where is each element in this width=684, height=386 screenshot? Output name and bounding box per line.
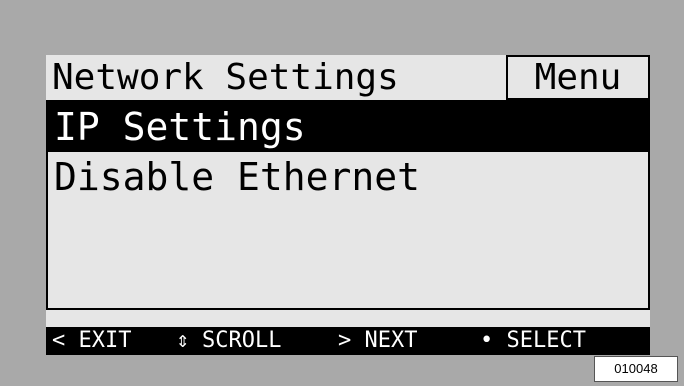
menu-item-disable-ethernet[interactable]: Disable Ethernet bbox=[48, 152, 648, 202]
up-down-arrow-icon: ⇕ bbox=[176, 328, 190, 353]
softkey-bar: < EXIT ⇕ SCROLL > NEXT • SELECT bbox=[46, 327, 650, 355]
menu-list: IP Settings Disable Ethernet bbox=[46, 100, 650, 310]
exit-key-hint[interactable]: < EXIT bbox=[52, 327, 131, 355]
menu-indicator-label: Menu bbox=[534, 57, 622, 98]
menu-item-label: IP Settings bbox=[54, 105, 306, 149]
menu-item-ip-settings[interactable]: IP Settings bbox=[48, 102, 648, 152]
title-bar: Network Settings Menu bbox=[46, 55, 650, 100]
menu-item-label: Disable Ethernet bbox=[54, 155, 421, 199]
select-key-hint[interactable]: • SELECT bbox=[480, 327, 586, 355]
screen-title: Network Settings bbox=[52, 57, 399, 98]
lcd-screen: Network Settings Menu IP Settings Disabl… bbox=[46, 55, 650, 355]
figure-reference-number: 010048 bbox=[594, 356, 678, 382]
menu-indicator: Menu bbox=[506, 55, 650, 100]
next-key-hint[interactable]: > NEXT bbox=[338, 327, 417, 355]
scroll-key-hint[interactable]: SCROLL bbox=[202, 327, 281, 355]
